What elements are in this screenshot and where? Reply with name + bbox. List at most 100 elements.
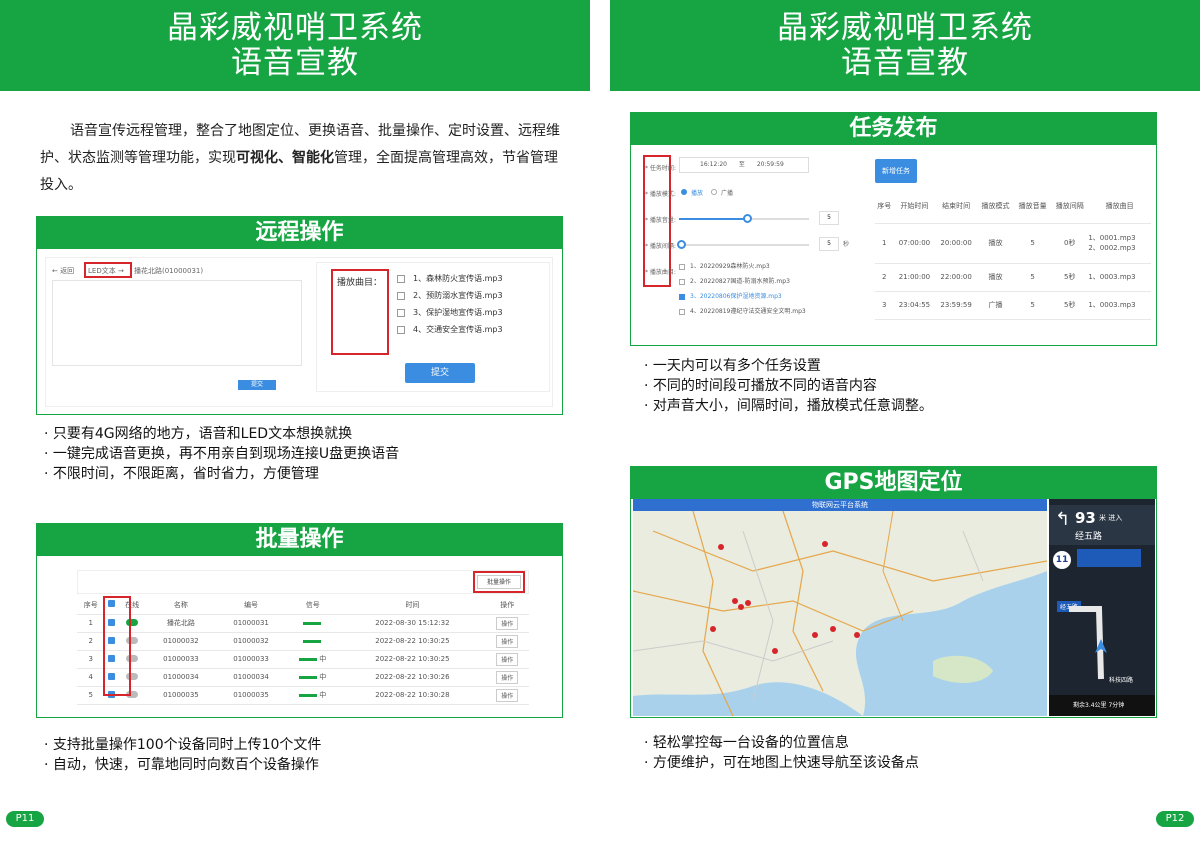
task-track-option[interactable]: 2、20220827国道-防溺水预防.mp3	[679, 276, 790, 285]
checkbox-highlight	[103, 596, 131, 696]
batch-bullet: · 支持批量操作100个设备同时上传10个文件	[44, 737, 322, 753]
submit-button[interactable]: 提交	[405, 363, 475, 383]
task-track-option[interactable]: 1、20220929森林防火.mp3	[679, 261, 770, 270]
task-cell-gap: 5秒	[1051, 263, 1089, 292]
gps-bullet: · 轻松掌控每一台设备的位置信息	[644, 735, 849, 751]
task-cell-track: 1、0003.mp3	[1088, 291, 1151, 320]
track-option[interactable]: 1、森林防火宣传语.mp3	[397, 273, 503, 284]
operate-button[interactable]: 操作	[496, 670, 519, 684]
device-name-cell: 01000034	[145, 668, 216, 687]
back-link[interactable]: ← 返回	[52, 266, 74, 276]
track-label: 1、森林防火宣传语.mp3	[413, 274, 503, 283]
signal-icon	[299, 693, 318, 697]
mode-radio-b[interactable]	[711, 189, 717, 195]
volume-value[interactable]: 5	[819, 211, 839, 225]
track-option[interactable]: 4、交通安全宣传语.mp3	[397, 324, 503, 335]
lane-guide	[1077, 549, 1141, 567]
task-track-checkbox[interactable]	[679, 293, 685, 300]
task-column-header: 开始时间	[893, 189, 936, 224]
column-header: 信号	[286, 596, 340, 615]
time-range-input[interactable]: 16:12:20 至 20:59:59	[679, 157, 809, 173]
signal-strength-cell	[286, 632, 340, 651]
left-title-line1: 晶彩威视哨卫系统	[167, 9, 423, 46]
table-row[interactable]: 5 01000035 01000035 中 2022-08-22 10:30:28 操作	[77, 686, 529, 705]
interval-value[interactable]: 5	[819, 237, 839, 251]
device-table: 序号 在线 名称 编号 信号 时间 操作 1 播花北路 01000031 2022-08-30 1…	[77, 596, 529, 705]
row-number-cell: 2	[77, 632, 105, 651]
operate-button[interactable]: 操作	[496, 652, 519, 666]
remote-bullet: · 不限时间，不限距离，省时省力，方便管理	[44, 466, 319, 482]
interval-label: * 播放间隔:	[645, 243, 676, 250]
table-row[interactable]: 4 01000034 01000034 中 2022-08-22 10:30:26 操作	[77, 668, 529, 687]
task-cell-mode: 播放	[976, 263, 1015, 292]
track-option[interactable]: 2、预防溺水宣传语.mp3	[397, 290, 503, 301]
page-number-left: P11	[6, 811, 44, 827]
device-code-cell: 01000034	[216, 668, 287, 687]
gps-bullets: · 轻松掌控每一台设备的位置信息 · 方便维护，可在地图上快速导航至该设备点	[644, 733, 919, 773]
timestamp-cell: 2022-08-22 10:30:25	[339, 632, 486, 651]
led-text-area[interactable]	[52, 280, 302, 366]
map-view[interactable]: 物联网云平台系统	[633, 499, 1047, 716]
table-row[interactable]: 2 01000032 01000032 2022-08-22 10:30:25 操作	[77, 632, 529, 651]
operate-button[interactable]: 操作	[496, 616, 519, 630]
mode-radio-a[interactable]	[681, 189, 687, 195]
device-code-cell: 01000031	[216, 614, 287, 633]
batch-bullets: · 支持批量操作100个设备同时上传10个文件 · 自动，快速，可靠地同时向数百…	[44, 735, 321, 775]
task-cell-track: 1、0001.mp3 2、0002.mp3	[1088, 223, 1151, 264]
task-row[interactable]: 1 07:00:00 20:00:00 播放 5 0秒 1、0001.mp3 2、0002.…	[875, 223, 1151, 264]
task-cell-gap: 0秒	[1051, 223, 1089, 264]
mode-a-label: 播放	[691, 190, 704, 197]
operate-button[interactable]: 操作	[496, 634, 519, 648]
task-cell-no: 1	[875, 223, 894, 264]
column-header: 名称	[145, 596, 216, 615]
table-row[interactable]: 1 播花北路 01000031 2022-08-30 15:12:32 操作	[77, 614, 529, 633]
signal-text: 中	[319, 673, 327, 681]
signal-strength-cell: 中	[286, 686, 340, 705]
task-cell-gap: 5秒	[1051, 291, 1089, 320]
task-track-option[interactable]: 3、20220806保护湿地资源.mp3	[679, 291, 782, 300]
task-track-label: 2、20220827国道-防溺水预防.mp3	[690, 278, 790, 285]
map-title: 物联网云平台系统	[812, 501, 868, 509]
signal-icon	[299, 675, 318, 679]
small-submit-button[interactable]: 提交	[238, 380, 276, 390]
nav-remaining: 剩余3.4公里 7分钟	[1073, 702, 1125, 709]
task-track-option[interactable]: 4、20220819遵纪守法交通安全文明.mp3	[679, 306, 806, 315]
intro-paragraph: 语音宣传远程管理，整合了地图定位、更换语音、批量操作、定时设置、远程维护、状态监…	[40, 123, 560, 193]
mode-b-label: 广播	[721, 190, 734, 197]
task-track-checkbox[interactable]	[679, 263, 685, 270]
route-line	[1069, 606, 1107, 680]
playlist-highlight	[331, 269, 389, 355]
batch-btn-highlight	[473, 571, 525, 593]
track-checkbox[interactable]	[397, 308, 405, 317]
new-task-button[interactable]: 新增任务	[875, 159, 917, 183]
interval-slider-track[interactable]	[679, 244, 809, 246]
task-row[interactable]: 3 23:04:55 23:59:59 广播 5 5秒 1、0003.mp3	[875, 291, 1151, 320]
task-column-header: 播放音量	[1014, 189, 1052, 224]
signal-text: 中	[319, 655, 327, 663]
track-checkbox[interactable]	[397, 291, 405, 300]
task-cell-end: 20:00:00	[935, 223, 977, 264]
task-track-label: 3、20220806保护湿地资源.mp3	[690, 293, 782, 300]
table-row[interactable]: 3 01000033 01000033 中 2022-08-22 10:30:25 操作	[77, 650, 529, 669]
track-checkbox[interactable]	[397, 274, 405, 283]
track-checkbox[interactable]	[397, 325, 405, 334]
task-section: 任务发布 * 任务时间: 16:12:20 至 20:59:59 * 播放模式:…	[630, 112, 1157, 346]
device-name-cell: 01000035	[145, 686, 216, 705]
batch-header: 批量操作	[37, 524, 562, 556]
batch-toolbar	[77, 570, 529, 594]
task-track-checkbox[interactable]	[679, 308, 685, 315]
task-cell-no: 2	[875, 263, 894, 292]
task-row[interactable]: 2 21:00:00 22:00:00 播放 5 5秒 1、0003.mp3	[875, 263, 1151, 292]
task-track-checkbox[interactable]	[679, 278, 685, 285]
track-option[interactable]: 3、保护湿地宣传语.mp3	[397, 307, 503, 318]
operate-button-cell: 操作	[485, 650, 529, 669]
signal-strength-cell: 中	[286, 650, 340, 669]
operate-button-cell: 操作	[485, 632, 529, 651]
interval-slider-handle[interactable]	[677, 240, 686, 249]
nav-bottom-bar: 剩余3.4公里 7分钟	[1049, 695, 1155, 716]
operate-button[interactable]: 操作	[496, 688, 519, 702]
volume-slider-handle[interactable]	[743, 214, 752, 223]
task-cell-vol: 5	[1014, 263, 1052, 292]
time-label: * 任务时间:	[645, 165, 676, 172]
signal-text: 中	[319, 691, 327, 699]
